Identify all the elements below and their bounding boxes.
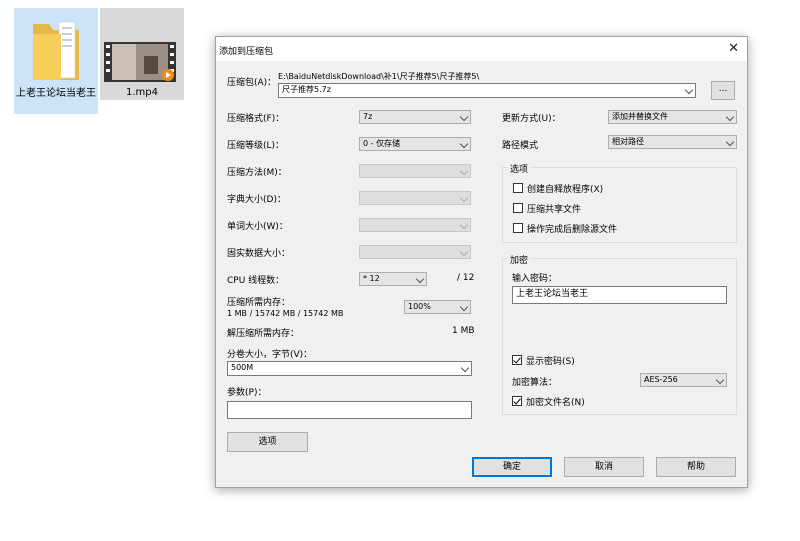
decomp-value: 1 MB — [452, 326, 475, 336]
level-select[interactable]: 0 - 仅存储 — [359, 137, 471, 151]
chevron-down-icon — [459, 247, 469, 257]
volume-input[interactable]: 500M — [227, 361, 472, 376]
format-value: 7z — [363, 112, 373, 121]
solid-label: 固实数据大小： — [227, 249, 291, 259]
shared-checkbox[interactable] — [513, 203, 523, 213]
level-label: 压缩等级(L)： — [227, 141, 285, 151]
chevron-down-icon — [725, 112, 735, 122]
chevron-down-icon — [725, 137, 735, 147]
cpu-max: / 12 — [457, 273, 475, 283]
dialog-title: 添加到压缩包 — [219, 47, 274, 57]
delete-label: 操作完成后删除源文件 — [527, 225, 618, 235]
delete-checkbox[interactable] — [513, 223, 523, 233]
update-select[interactable]: 添加并替换文件 — [608, 110, 737, 124]
enc-method-label: 加密算法： — [512, 378, 558, 388]
close-icon[interactable]: ✕ — [728, 41, 739, 56]
chevron-down-icon — [459, 166, 469, 176]
encrypt-names-checkbox[interactable] — [512, 396, 522, 406]
method-select[interactable] — [359, 164, 471, 178]
chevron-down-icon — [459, 193, 469, 203]
volume-label: 分卷大小，字节(V)： — [227, 350, 313, 360]
format-label: 压缩格式(F)： — [227, 114, 285, 124]
archive-name-input[interactable]: 尺子推荐5.7z — [278, 83, 696, 98]
decomp-label: 解压缩所需内存： — [227, 329, 300, 339]
enc-method-value: AES-256 — [644, 375, 678, 384]
cpu-select[interactable]: * 12 — [359, 272, 427, 286]
archive-path: E:\BaiduNetdiskDownload\补1\尺子推荐5\尺子推荐5\ — [278, 72, 480, 81]
chevron-down-icon — [460, 363, 470, 373]
help-button[interactable]: 帮助 — [656, 457, 736, 477]
archive-name-value: 尺子推荐5.7z — [282, 85, 331, 94]
options-group-title: 选项 — [508, 162, 531, 175]
shared-label: 压缩共享文件 — [527, 205, 582, 215]
dict-label: 字典大小(D)： — [227, 195, 286, 205]
show-password-checkbox[interactable] — [512, 355, 522, 365]
params-input[interactable] — [227, 401, 472, 419]
folder-label: 上老王论坛当老王 — [16, 88, 96, 99]
video-thumbnail-icon — [104, 42, 176, 82]
format-select[interactable]: 7z — [359, 110, 471, 124]
desktop-video-icon[interactable]: 1.mp4 — [100, 8, 184, 100]
ok-button[interactable]: 确定 — [472, 457, 552, 477]
chevron-down-icon — [715, 375, 725, 385]
chevron-down-icon — [684, 85, 694, 95]
level-value: 0 - 仅存储 — [363, 139, 401, 148]
chevron-down-icon — [459, 112, 469, 122]
path-label: 路径模式 — [502, 141, 539, 151]
cancel-button[interactable]: 取消 — [564, 457, 644, 477]
options-group: 选项 创建自释放程序(X) 压缩共享文件 操作完成后删除源文件 — [502, 162, 737, 243]
mem-detail: 1 MB / 15742 MB / 15742 MB — [227, 309, 344, 318]
enc-method-select[interactable]: AES-256 — [640, 373, 727, 387]
chevron-down-icon — [459, 139, 469, 149]
chevron-down-icon — [459, 302, 469, 312]
chevron-down-icon — [415, 274, 425, 284]
encrypt-names-label: 加密文件名(N) — [526, 398, 585, 408]
volume-value: 500M — [231, 363, 254, 372]
update-label: 更新方式(U)： — [502, 114, 561, 124]
sfx-checkbox[interactable] — [513, 183, 523, 193]
browse-button[interactable]: ... — [711, 81, 735, 100]
params-label: 参数(P)： — [227, 388, 267, 398]
mem-label: 压缩所需内存： — [227, 298, 291, 308]
encrypt-group: 加密 输入密码： 上老王论坛当老王 显示密码(S) 加密算法： AES-256 … — [502, 253, 737, 415]
title-bar[interactable]: 添加到压缩包 ✕ — [216, 37, 747, 61]
options-button[interactable]: 选项 — [227, 432, 308, 452]
word-select[interactable] — [359, 218, 471, 232]
path-value: 相对路径 — [612, 137, 644, 146]
password-input[interactable]: 上老王论坛当老王 — [512, 286, 727, 304]
solid-select[interactable] — [359, 245, 471, 259]
show-password-label: 显示密码(S) — [526, 357, 575, 367]
method-label: 压缩方法(M)： — [227, 168, 287, 178]
password-label: 输入密码： — [512, 274, 558, 284]
sfx-label: 创建自释放程序(X) — [527, 185, 604, 195]
word-label: 单词大小(W)： — [227, 222, 288, 232]
cpu-value: * 12 — [363, 274, 380, 283]
add-to-archive-dialog: 添加到压缩包 ✕ 压缩包(A)： E:\BaiduNetdiskDownload… — [215, 36, 748, 488]
encrypt-group-title: 加密 — [508, 253, 531, 266]
mem-percent-select[interactable]: 100% — [404, 300, 471, 314]
dict-select[interactable] — [359, 191, 471, 205]
desktop-folder-icon[interactable]: 上老王论坛当老王 — [14, 8, 98, 114]
path-select[interactable]: 相对路径 — [608, 135, 737, 149]
folder-icon — [33, 21, 79, 80]
video-label: 1.mp4 — [126, 87, 158, 98]
mem-percent-value: 100% — [408, 302, 431, 311]
update-value: 添加并替换文件 — [612, 112, 668, 121]
chevron-down-icon — [459, 220, 469, 230]
cpu-label: CPU 线程数： — [227, 276, 285, 286]
archive-label: 压缩包(A)： — [227, 78, 277, 88]
